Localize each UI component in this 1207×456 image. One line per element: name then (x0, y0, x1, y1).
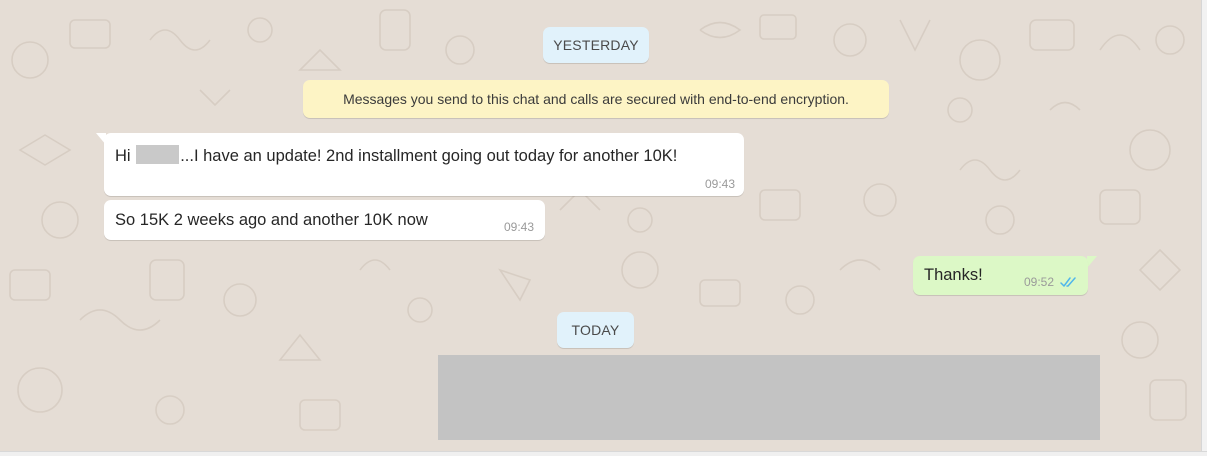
outgoing-bubble-tail (1087, 256, 1097, 268)
message-timestamp: 09:43 (704, 177, 735, 191)
outgoing-message[interactable]: Thanks! 09:52 (913, 256, 1088, 295)
double-check-read-icon (1060, 277, 1076, 287)
message-timestamp: 09:52 (1024, 275, 1055, 289)
incoming-message[interactable]: So 15K 2 weeks ago and another 10K now 0… (104, 200, 545, 240)
message-text-suffix: ...I have an update! 2nd installment goi… (180, 147, 678, 165)
encryption-notice[interactable]: Messages you send to this chat and calls… (303, 80, 889, 118)
message-text: Thanks! (924, 266, 983, 284)
redacted-name (136, 145, 180, 164)
date-divider-today: TODAY (557, 312, 634, 348)
chat-message-pane: YESTERDAY Messages you send to this chat… (0, 0, 1207, 456)
message-text-prefix: Hi (115, 147, 131, 165)
pane-bottom-edge (0, 451, 1207, 456)
redacted-media-block[interactable] (438, 355, 1100, 440)
date-divider-yesterday: YESTERDAY (543, 27, 649, 63)
scrollbar-track[interactable] (1201, 0, 1207, 456)
message-text: Hi ...I have an update! 2nd installment … (115, 145, 677, 166)
message-timestamp: 09:43 (504, 220, 535, 234)
incoming-message[interactable]: Hi ...I have an update! 2nd installment … (104, 133, 744, 196)
message-text: So 15K 2 weeks ago and another 10K now (115, 211, 428, 229)
